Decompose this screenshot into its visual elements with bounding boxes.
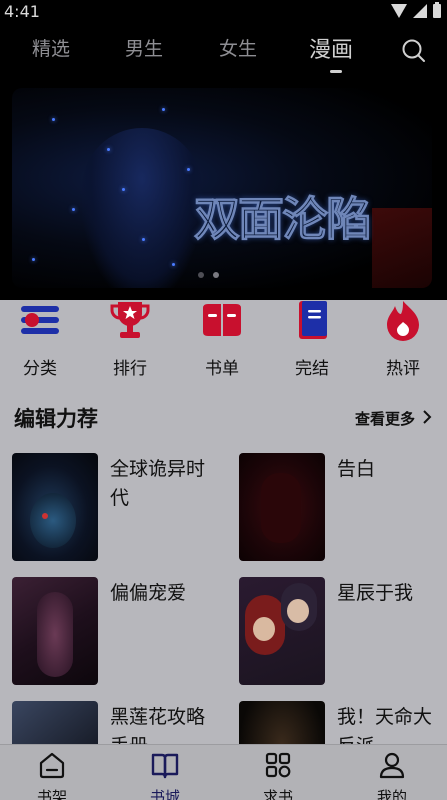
grid-icon xyxy=(265,752,291,778)
book-title: 全球诡异时代 xyxy=(110,458,206,509)
nav-bookshelf[interactable]: 书架 xyxy=(22,751,82,800)
featured-banner[interactable]: 双面沦陷 xyxy=(12,88,432,288)
shortcut-label: 书单 xyxy=(205,359,239,379)
book-icon xyxy=(299,301,327,339)
home-icon xyxy=(39,752,65,779)
tab-female[interactable]: 女生 xyxy=(219,34,257,61)
tab-featured[interactable]: 精选 xyxy=(32,34,70,61)
nav-label: 我的 xyxy=(376,788,407,800)
signal-icon xyxy=(413,4,427,18)
book-card[interactable]: 告白 xyxy=(239,453,447,565)
shortcut-label: 排行 xyxy=(113,359,147,379)
status-bar: 4:41 xyxy=(0,0,447,24)
wifi-icon xyxy=(391,4,407,18)
tab-indicator xyxy=(330,70,342,73)
book-cover xyxy=(239,577,325,685)
category-shortcuts: 分类 排行 书单 完结 热评 xyxy=(0,298,447,380)
shortcut-label: 热评 xyxy=(386,359,420,379)
nav-label: 书城 xyxy=(149,788,180,800)
banner-pager xyxy=(198,272,219,278)
list-icon xyxy=(21,306,59,334)
nav-mine[interactable]: 我的 xyxy=(362,751,422,800)
tab-comics[interactable]: 漫画 xyxy=(309,32,353,64)
shortcut-booklist[interactable]: 书单 xyxy=(192,298,252,379)
category-tabs: 精选 男生 女生 漫画 xyxy=(0,34,447,74)
book-title: 偏偏宠爱 xyxy=(110,582,187,604)
person-icon xyxy=(379,752,405,779)
top-header: 4:41 精选 男生 女生 漫画 双面沦陷 xyxy=(0,0,447,300)
nav-label: 书架 xyxy=(36,788,67,800)
book-cover xyxy=(239,453,325,561)
shortcut-completed[interactable]: 完结 xyxy=(282,298,342,379)
open-book-icon xyxy=(203,304,241,336)
trophy-icon xyxy=(110,302,150,338)
chevron-right-icon[interactable] xyxy=(422,410,432,424)
shortcut-label: 完结 xyxy=(295,359,329,379)
section-title: 编辑力荐 xyxy=(14,407,98,431)
bookstore-icon xyxy=(151,753,179,779)
search-icon[interactable] xyxy=(401,38,427,64)
book-title: 星辰于我 xyxy=(337,582,414,604)
bottom-nav: 书架 书城 求书 我的 xyxy=(0,744,447,800)
status-time: 4:41 xyxy=(4,2,40,21)
battery-icon xyxy=(433,2,441,18)
pager-dot xyxy=(198,272,204,278)
book-card[interactable]: 偏偏宠爱 xyxy=(12,577,222,689)
book-title: 告白 xyxy=(337,458,376,480)
book-card[interactable]: 全球诡异时代 xyxy=(12,453,222,565)
banner-title: 双面沦陷 xyxy=(194,192,373,247)
shortcut-label: 分类 xyxy=(23,359,57,379)
shortcut-ranking[interactable]: 排行 xyxy=(100,298,160,379)
tab-male[interactable]: 男生 xyxy=(125,34,163,61)
nav-request[interactable]: 求书 xyxy=(248,751,308,800)
nav-bookstore[interactable]: 书城 xyxy=(135,751,195,800)
pager-dot-active xyxy=(213,272,219,278)
book-cover xyxy=(12,577,98,685)
view-more-link[interactable]: 查看更多 xyxy=(355,408,415,429)
book-cover xyxy=(12,453,98,561)
shortcut-classify[interactable]: 分类 xyxy=(10,298,70,379)
book-card[interactable]: 星辰于我 xyxy=(239,577,447,689)
flame-icon xyxy=(387,301,419,341)
shortcut-hot-reviews[interactable]: 热评 xyxy=(373,298,433,379)
nav-label: 求书 xyxy=(262,788,293,800)
